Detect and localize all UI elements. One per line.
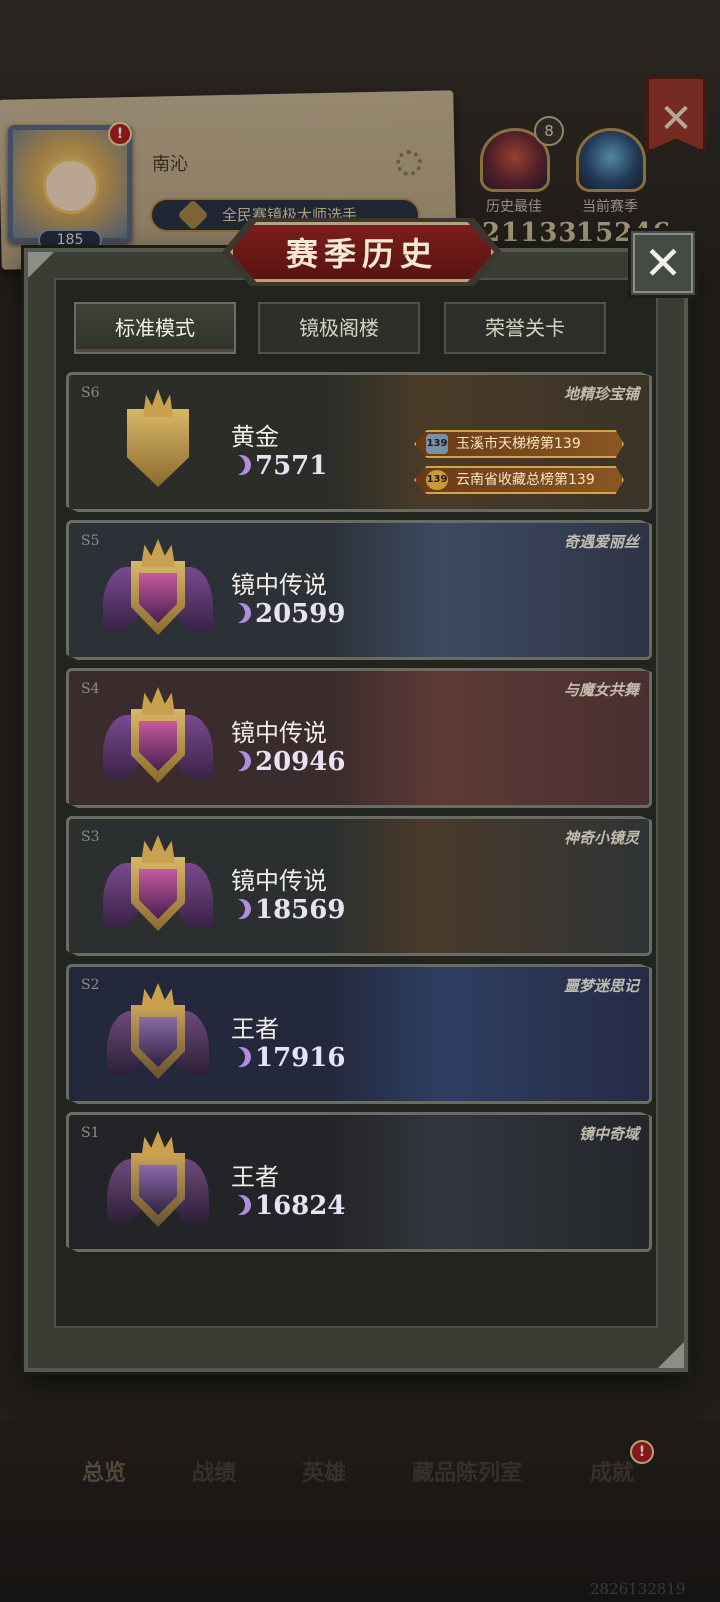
modal-title: 赛季历史: [285, 235, 438, 273]
rank-score-value: 17916: [255, 1043, 346, 1073]
king-badge-icon: [103, 1129, 213, 1241]
rank-medal-icon: 139: [426, 434, 448, 454]
rank-score: 7571: [231, 451, 327, 481]
rank-score-value: 18569: [255, 895, 346, 925]
rank-score-value: 20599: [255, 599, 346, 629]
moon-icon: [231, 1195, 251, 1215]
leaderboard-text: 云南省收藏总榜第139: [456, 472, 595, 488]
modal-corner-ornament: [28, 252, 54, 278]
moon-icon: [231, 455, 251, 475]
moon-icon: [231, 751, 251, 771]
rank-score: 20599: [231, 599, 345, 629]
season-title: 与魔女共舞: [563, 681, 639, 699]
season-title: 神奇小镜灵: [563, 829, 639, 847]
season-tag: S5: [81, 533, 100, 549]
rank-score: 16824: [231, 1191, 345, 1221]
badge-crown: [141, 835, 175, 863]
city-leaderboard-tag[interactable]: 139 玉溪市天梯榜第139: [414, 430, 624, 458]
tab-standard-mode[interactable]: 标准模式: [74, 302, 236, 354]
season-title: 镜中奇域: [578, 1125, 639, 1143]
season-row-s4[interactable]: S4 与魔女共舞 镜中传说 20946: [66, 668, 652, 808]
season-row-s5[interactable]: S5 奇遇爱丽丝 镜中传说 20599: [66, 520, 652, 660]
rank-name: 王者: [231, 1015, 279, 1043]
province-leaderboard-tag[interactable]: 139 云南省收藏总榜第139: [414, 466, 624, 494]
season-row-s2[interactable]: S2 噩梦迷思记 王者 17916: [66, 964, 652, 1104]
badge-crown: [141, 687, 175, 715]
moon-icon: [231, 1047, 251, 1067]
legend-badge-icon: [103, 537, 213, 649]
rank-name: 镜中传说: [231, 571, 327, 599]
season-title: 噩梦迷思记: [563, 977, 639, 995]
season-tag: S2: [81, 977, 100, 993]
legend-badge-icon: [103, 833, 213, 945]
legend-badge-icon: [103, 685, 213, 797]
close-icon: ✕: [643, 236, 683, 290]
rank-score-value: 16824: [255, 1191, 346, 1221]
badge-crown: [141, 539, 175, 567]
badge-crown: [143, 389, 173, 417]
rank-score: 17916: [231, 1043, 345, 1073]
rank-name: 镜中传说: [231, 719, 327, 747]
season-row-s1[interactable]: S1 镜中奇域 王者 16824: [66, 1112, 652, 1252]
moon-icon: [231, 603, 251, 623]
season-tag: S4: [81, 681, 100, 697]
season-tag: S6: [81, 385, 100, 401]
rank-name: 黄金: [231, 423, 279, 451]
season-title: 地精珍宝铺: [563, 385, 639, 403]
badge-crown: [141, 983, 175, 1011]
tab-mirror-attic[interactable]: 镜极阁楼: [258, 302, 420, 354]
season-title: 奇遇爱丽丝: [563, 533, 639, 551]
moon-icon: [231, 899, 251, 919]
badge-crown: [141, 1131, 175, 1159]
season-tag: S3: [81, 829, 100, 845]
rank-name: 镜中传说: [231, 867, 327, 895]
gold-shield-icon: [103, 389, 213, 501]
rank-medal-icon: 139: [426, 470, 448, 490]
modal-corner-ornament: [658, 1342, 684, 1368]
rank-score: 18569: [231, 895, 345, 925]
rank-score-value: 7571: [255, 451, 328, 481]
rank-name: 王者: [231, 1163, 279, 1191]
rank-score: 20946: [231, 747, 345, 777]
season-tag: S1: [81, 1125, 100, 1141]
rank-score-value: 20946: [255, 747, 346, 777]
season-row-s3[interactable]: S3 神奇小镜灵 镜中传说 18569: [66, 816, 652, 956]
close-button[interactable]: ✕: [628, 228, 698, 298]
badge-shield: [127, 409, 189, 487]
leaderboard-text: 玉溪市天梯榜第139: [456, 436, 581, 452]
tab-honor-stage[interactable]: 荣誉关卡: [444, 302, 606, 354]
king-badge-icon: [103, 981, 213, 1093]
modal-title-banner: 赛季历史: [230, 222, 494, 282]
